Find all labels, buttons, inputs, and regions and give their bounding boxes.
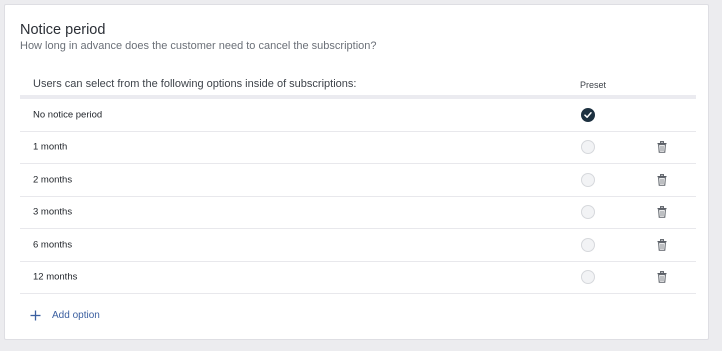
option-label: 1 month [33,141,68,153]
trash-icon[interactable] [657,141,667,154]
preset-radio[interactable] [581,107,595,122]
add-option-label: Add option [52,310,100,321]
table-row: 2 months [20,164,696,197]
add-option-button[interactable]: Add option [30,310,100,321]
preset-radio[interactable] [581,140,595,155]
table-row: No notice period [20,99,696,132]
options-table: Users can select from the following opti… [20,73,696,294]
trash-icon[interactable] [657,173,667,186]
option-label: 12 months [33,271,78,283]
option-label: 2 months [33,174,73,186]
check-icon [584,111,592,118]
notice-period-card: Notice period How long in advance does t… [4,4,709,340]
table-row: 3 months [20,197,696,229]
preset-radio[interactable] [581,172,595,187]
preset-radio[interactable] [581,205,595,220]
table-row: 1 month [20,132,696,164]
trash-icon[interactable] [657,271,667,284]
preset-radio[interactable] [581,270,595,285]
option-label: 3 months [33,206,73,218]
option-label: No notice period [33,109,103,121]
table-row: 6 months [20,229,696,262]
header-options-label: Users can select from the following opti… [33,78,357,90]
section-subtitle: How long in advance does the customer ne… [20,40,377,52]
table-row: 12 months [20,262,696,294]
option-label: 6 months [33,239,73,251]
preset-radio[interactable] [581,237,595,252]
header-preset-label: Preset [580,80,607,90]
section-title: Notice period [20,22,106,38]
trash-icon[interactable] [657,238,667,251]
plus-icon [30,310,41,321]
trash-icon[interactable] [657,206,667,219]
table-header: Users can select from the following opti… [20,73,696,99]
